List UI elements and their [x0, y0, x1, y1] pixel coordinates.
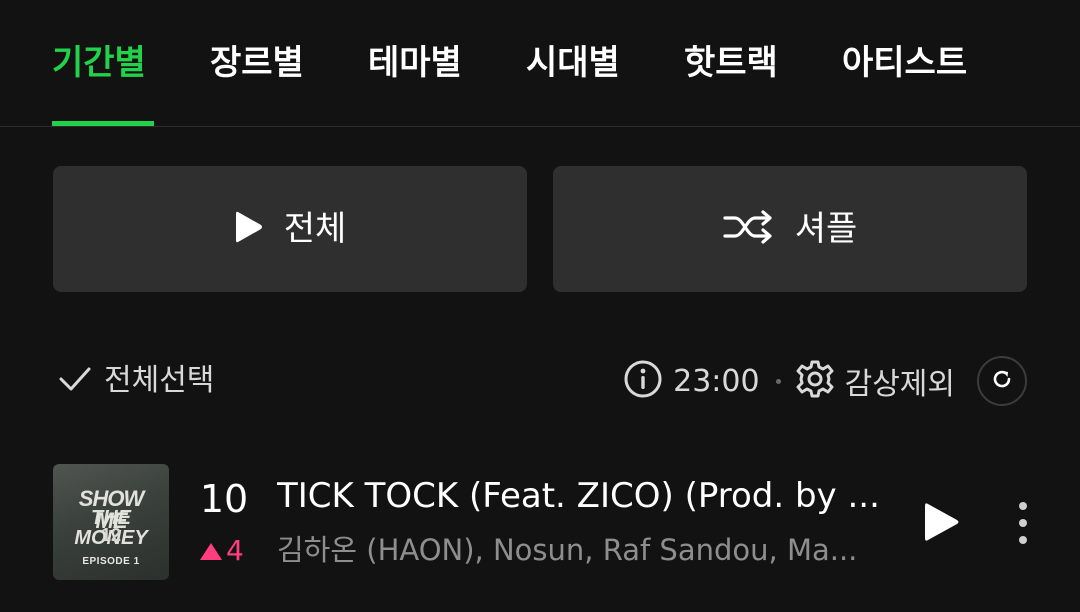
- check-icon: [58, 364, 92, 398]
- info-icon[interactable]: [623, 359, 663, 403]
- refresh-icon: [990, 367, 1014, 395]
- shuffle-label: 셔플: [794, 209, 858, 249]
- album-art-line4: EPISODE 1: [82, 556, 140, 567]
- tab-by-era[interactable]: 시대별: [526, 40, 620, 86]
- rank-change-value: 4: [226, 534, 244, 567]
- tab-artist[interactable]: 아티스트: [842, 40, 967, 86]
- toolbar-right: 23:00 감상제외: [623, 354, 1027, 408]
- song-more-button[interactable]: [1008, 500, 1038, 546]
- play-all-button[interactable]: 전체: [53, 166, 527, 292]
- select-all-button[interactable]: 전체선택: [58, 358, 214, 404]
- tab-by-genre[interactable]: 장르별: [210, 40, 304, 86]
- song-artist[interactable]: 김하온 (HAON), Nosun, Raf Sandou, Ma...: [277, 530, 889, 570]
- tab-by-period[interactable]: 기간별: [52, 40, 146, 86]
- tab-by-theme[interactable]: 테마별: [368, 40, 462, 86]
- exclude-listening-label[interactable]: 감상제외: [845, 359, 955, 403]
- chart-rank: 10: [199, 477, 249, 521]
- gear-icon[interactable]: [795, 359, 835, 403]
- play-all-label: 전체: [283, 209, 347, 249]
- separator-dot: [775, 378, 781, 384]
- list-toolbar: 전체선택 23:00 감상제외: [0, 350, 1080, 414]
- album-art-line3: 12: [100, 525, 122, 545]
- rank-change: 4: [200, 534, 244, 568]
- album-art[interactable]: SHOW ME THE MONEY 12 EPISODE 1: [53, 464, 169, 580]
- tab-hot-track[interactable]: 핫트랙: [684, 40, 778, 86]
- play-icon: [234, 209, 264, 249]
- category-tabs: 기간별 장르별 테마별 시대별 핫트랙 아티스트: [0, 0, 1080, 127]
- song-play-button[interactable]: [922, 500, 962, 544]
- song-row[interactable]: SHOW ME THE MONEY 12 EPISODE 1 10 4 TICK…: [0, 462, 1080, 582]
- shuffle-icon: [723, 209, 775, 249]
- more-vertical-icon: [1008, 502, 1038, 550]
- timestamp: 23:00: [673, 363, 760, 399]
- refresh-button[interactable]: [977, 356, 1027, 406]
- active-tab-indicator: [52, 121, 154, 126]
- play-icon: [922, 503, 962, 548]
- song-title[interactable]: TICK TOCK (Feat. ZICO) (Prod. by ...: [277, 474, 889, 518]
- rank-up-icon: [200, 542, 222, 560]
- select-all-label: 전체선택: [104, 363, 215, 398]
- shuffle-button[interactable]: 셔플: [553, 166, 1027, 292]
